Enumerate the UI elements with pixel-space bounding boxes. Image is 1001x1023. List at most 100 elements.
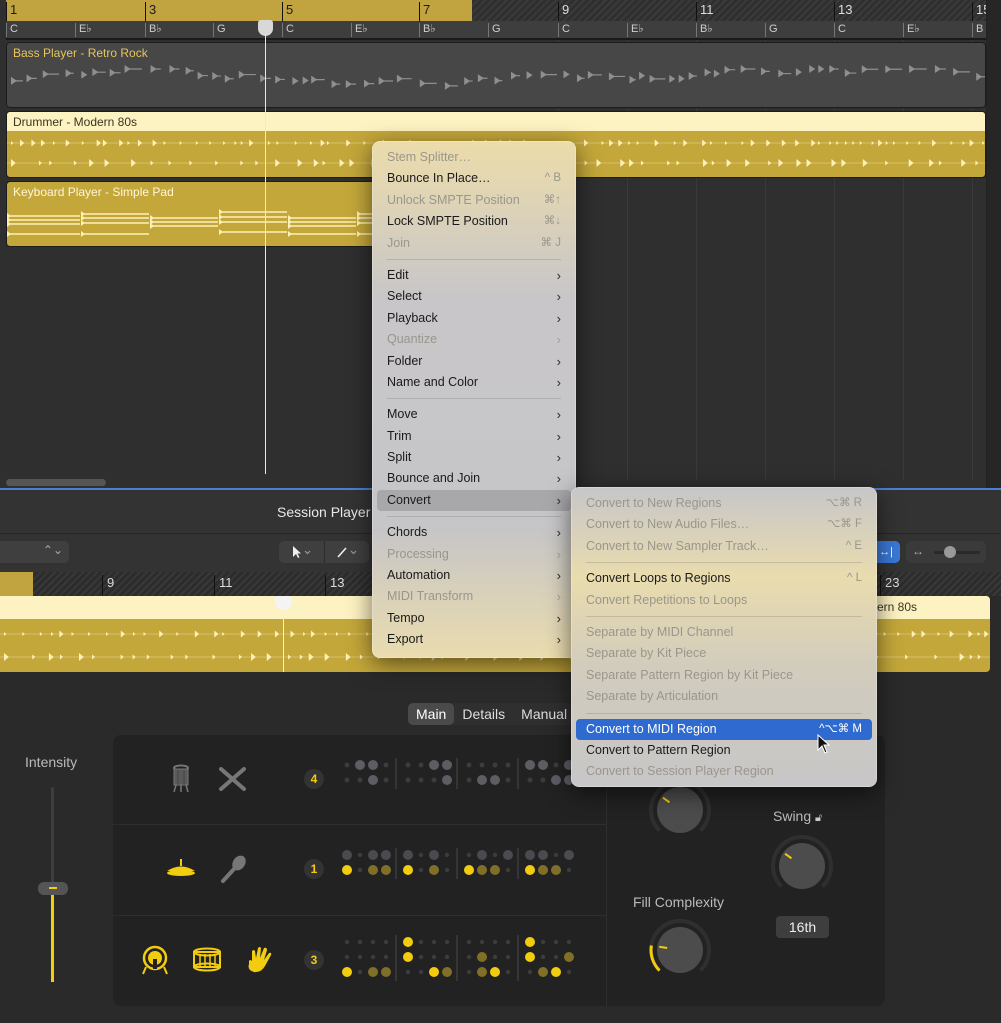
beat-step[interactable] [368, 775, 378, 785]
chord-label[interactable]: C [6, 23, 18, 37]
cycle-range[interactable] [6, 0, 472, 21]
beat-step[interactable] [466, 852, 472, 858]
sticks-icon[interactable] [215, 761, 251, 797]
tab-main[interactable]: Main [408, 703, 455, 725]
menu-item-folder[interactable]: Folder › [377, 351, 571, 372]
knob-body[interactable] [779, 843, 825, 889]
pointer-tool-button[interactable] [279, 541, 325, 563]
menu-item-lock-smpte-position[interactable]: Lock SMPTE Position ⌘↓ [377, 211, 571, 232]
beat-step[interactable] [490, 775, 500, 785]
beat-step[interactable] [429, 865, 439, 875]
beat-step[interactable] [344, 954, 350, 960]
horizontal-scrollbar[interactable] [6, 479, 106, 486]
beat-step[interactable] [492, 762, 498, 768]
cymbal-icon[interactable] [163, 851, 199, 887]
beat-step[interactable] [418, 762, 424, 768]
beat-step[interactable] [383, 762, 389, 768]
beat-step[interactable] [505, 777, 511, 783]
hi-hat-icon[interactable] [163, 761, 199, 797]
beat-step[interactable] [418, 954, 424, 960]
beat-step[interactable] [538, 760, 548, 770]
menu-item-trim[interactable]: Trim › [377, 426, 571, 447]
beat-step[interactable] [505, 762, 511, 768]
beat-step[interactable] [551, 775, 561, 785]
beat-step[interactable] [381, 850, 391, 860]
beat-step[interactable] [564, 850, 574, 860]
beat-step[interactable] [466, 939, 472, 945]
beat-step[interactable] [368, 760, 378, 770]
beat-step[interactable] [403, 865, 413, 875]
pattern-variation-badge[interactable]: 4 [304, 769, 324, 789]
knob-body[interactable] [657, 927, 703, 973]
menu-item-edit[interactable]: Edit › [377, 265, 571, 286]
beat-step[interactable] [355, 760, 365, 770]
shaker-icon[interactable] [215, 851, 251, 887]
menu-item-select[interactable]: Select › [377, 286, 571, 307]
chord-label[interactable]: G [488, 23, 501, 37]
beat-step[interactable] [357, 939, 363, 945]
beat-step[interactable] [466, 777, 472, 783]
beat-step[interactable] [566, 867, 572, 873]
beat-step[interactable] [442, 967, 452, 977]
beat-step[interactable] [368, 967, 378, 977]
beat-step[interactable] [492, 852, 498, 858]
menu-item-convert-loops-to-regions[interactable]: Convert Loops to Regions ^ L [576, 568, 872, 589]
beat-step[interactable] [444, 954, 450, 960]
beat-step[interactable] [442, 760, 452, 770]
beat-step[interactable] [342, 850, 352, 860]
beat-step[interactable] [418, 969, 424, 975]
chord-label[interactable]: G [213, 23, 226, 37]
menu-item-split[interactable]: Split › [377, 447, 571, 468]
beat-step[interactable] [418, 867, 424, 873]
beat-step[interactable] [490, 967, 500, 977]
beat-step[interactable] [538, 967, 548, 977]
bar-ruler[interactable]: 1 3 5 7 9 11 13 15 [6, 0, 990, 21]
beat-step[interactable] [344, 762, 350, 768]
region-keyboard-player[interactable]: Keyboard Player - Simple Pad [6, 181, 386, 247]
beat-step[interactable] [444, 939, 450, 945]
beat-step[interactable] [370, 939, 376, 945]
beat-step[interactable] [538, 865, 548, 875]
beat-step[interactable] [357, 867, 363, 873]
beat-step[interactable] [403, 937, 413, 947]
chord-label[interactable]: B [972, 23, 983, 37]
beat-step[interactable] [370, 954, 376, 960]
zoom-track[interactable] [934, 551, 980, 554]
menu-item-bounce-and-join[interactable]: Bounce and Join › [377, 468, 571, 489]
beat-step[interactable] [405, 969, 411, 975]
cycle-range[interactable] [0, 572, 33, 596]
chord-label[interactable]: B♭ [419, 23, 436, 37]
menu-item-bounce-in-place[interactable]: Bounce In Place… ^ B [377, 168, 571, 189]
beat-pattern[interactable] [341, 934, 581, 994]
playhead[interactable] [265, 34, 266, 474]
beat-step[interactable] [505, 939, 511, 945]
beat-step[interactable] [403, 850, 413, 860]
chord-label[interactable]: B♭ [145, 23, 162, 37]
menu-item-move[interactable]: Move › [377, 404, 571, 425]
beat-step[interactable] [477, 850, 487, 860]
beat-step[interactable] [383, 954, 389, 960]
beat-step[interactable] [342, 967, 352, 977]
beat-step[interactable] [525, 865, 535, 875]
beat-step[interactable] [490, 865, 500, 875]
beat-step[interactable] [357, 954, 363, 960]
beat-step[interactable] [477, 865, 487, 875]
beat-step[interactable] [540, 939, 546, 945]
beat-step[interactable] [431, 939, 437, 945]
beat-step[interactable] [418, 852, 424, 858]
beat-step[interactable] [564, 952, 574, 962]
beat-step[interactable] [466, 969, 472, 975]
beat-step[interactable] [383, 777, 389, 783]
beat-step[interactable] [368, 850, 378, 860]
beat-step[interactable] [527, 969, 533, 975]
beat-step[interactable] [405, 762, 411, 768]
beat-step[interactable] [479, 939, 485, 945]
beat-step[interactable] [466, 762, 472, 768]
beat-step[interactable] [444, 867, 450, 873]
beat-pattern[interactable] [341, 847, 581, 897]
chord-label[interactable]: E♭ [627, 23, 644, 37]
chord-label[interactable]: G [765, 23, 778, 37]
beat-step[interactable] [381, 865, 391, 875]
beat-step[interactable] [551, 865, 561, 875]
beat-step[interactable] [525, 937, 535, 947]
